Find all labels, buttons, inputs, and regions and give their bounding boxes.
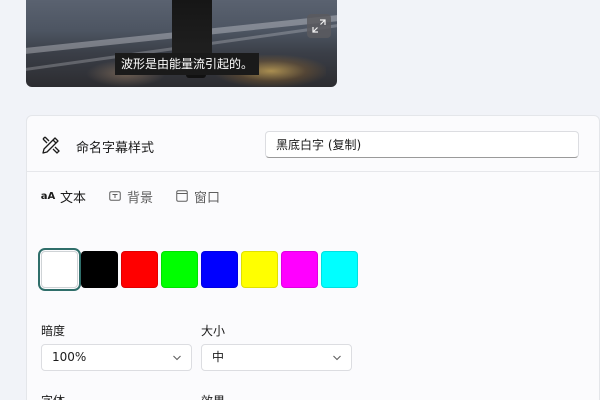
preview-caption-text: 波形是由能量流引起的。	[115, 53, 260, 75]
style-name-input[interactable]	[265, 131, 579, 158]
tab-window[interactable]: 窗口	[175, 185, 220, 207]
opacity-select[interactable]: 100%	[41, 344, 192, 371]
tab-text-label: 文本	[60, 190, 87, 206]
pen-ruler-icon	[42, 136, 60, 154]
style-name-label: 命名字幕样式	[76, 141, 155, 156]
chevron-down-icon	[173, 355, 181, 361]
tab-background-label: 背景	[127, 190, 154, 206]
expand-preview-button[interactable]	[307, 14, 331, 38]
opacity-label: 暗度	[41, 324, 66, 338]
color-swatch-red[interactable]	[121, 251, 158, 288]
size-value: 中	[212, 350, 225, 364]
font-label: 字体	[41, 392, 65, 400]
color-swatch-magenta[interactable]	[281, 251, 318, 288]
color-swatch-black[interactable]	[81, 251, 118, 288]
window-icon	[175, 189, 189, 203]
color-swatch-green[interactable]	[161, 251, 198, 288]
color-swatch-cyan[interactable]	[321, 251, 358, 288]
color-swatch-yellow[interactable]	[241, 251, 278, 288]
size-select[interactable]: 中	[201, 344, 352, 371]
tab-background[interactable]: 背景	[108, 185, 153, 207]
effect-label: 效果	[201, 392, 225, 400]
expand-diagonal-icon	[312, 19, 326, 33]
tab-text[interactable]: aA 文本	[41, 185, 86, 207]
style-name-row: 命名字幕样式	[27, 116, 599, 172]
opacity-value: 100%	[52, 350, 87, 364]
color-swatch-blue[interactable]	[201, 251, 238, 288]
text-color-swatches	[38, 248, 361, 291]
text-aa-icon: aA	[40, 190, 56, 202]
size-label: 大小	[201, 324, 226, 338]
background-icon	[108, 189, 122, 203]
color-swatch-white[interactable]	[38, 248, 81, 291]
style-tabs: aA 文本 背景 窗口	[41, 185, 242, 207]
tab-window-label: 窗口	[194, 190, 221, 206]
chevron-down-icon	[333, 355, 341, 361]
caption-style-card: 命名字幕样式 aA 文本 背景 窗口	[26, 115, 600, 400]
